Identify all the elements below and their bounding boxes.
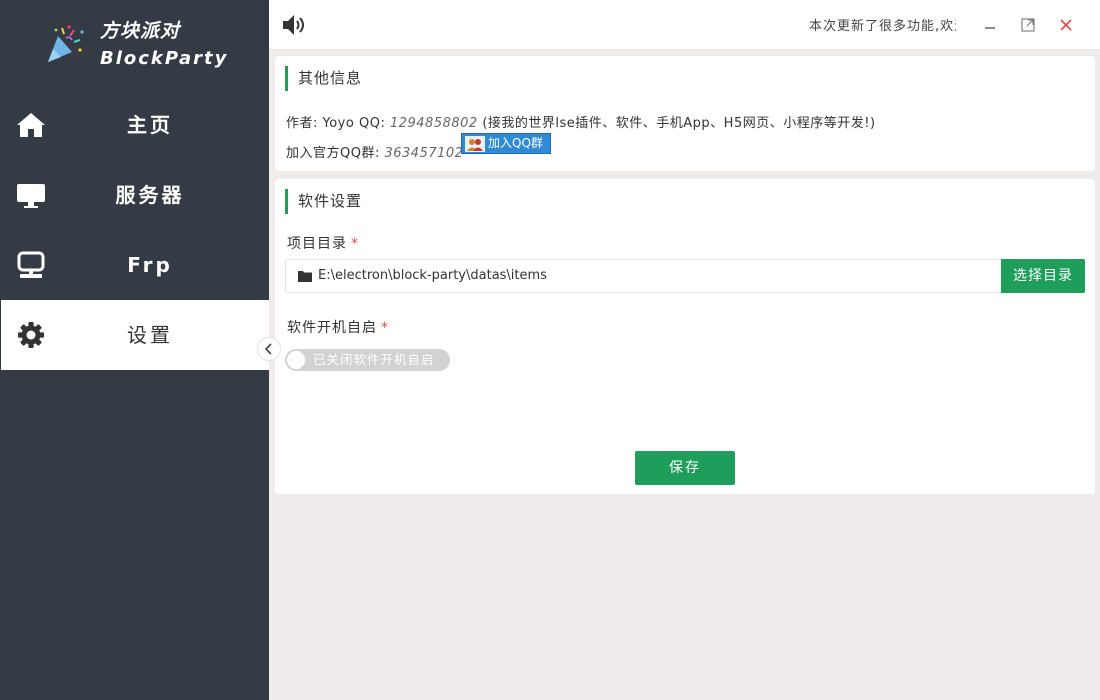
software-settings-card: 软件设置 项目目录 * E:\electron\block-party\datas… xyxy=(275,179,1095,494)
sidebar: 方块派对 BlockParty 主页 服务器 Frp 设置 xyxy=(0,0,269,700)
qq-number: 1294858802 xyxy=(389,116,478,131)
service-note: (接我的世界lse插件、软件、手机App、H5网页、小程序等开发!) xyxy=(482,116,876,131)
other-info-card: 其他信息 作者: Yoyo QQ: 1294858802 (接我的世界lse插件… xyxy=(275,56,1095,171)
close-button[interactable] xyxy=(1054,13,1078,37)
chevron-left-icon xyxy=(264,343,272,355)
author-line: 作者: Yoyo QQ: 1294858802 (接我的世界lse插件、软件、手… xyxy=(286,112,876,131)
qq-label: QQ: xyxy=(358,116,390,131)
minimize-button[interactable] xyxy=(978,13,1002,37)
sidebar-item-label: 服务器 xyxy=(115,183,185,207)
sidebar-item-frp[interactable]: Frp xyxy=(1,230,269,300)
speaker-icon[interactable] xyxy=(281,12,307,38)
other-info-title: 其他信息 xyxy=(285,66,362,91)
author-name: Yoyo xyxy=(322,116,355,131)
toggle-knob xyxy=(287,351,305,369)
group-label: 加入官方QQ群: xyxy=(286,146,385,161)
author-label: 作者: xyxy=(286,116,323,131)
party-popper-icon xyxy=(48,25,84,62)
sidebar-item-settings[interactable]: 设置 xyxy=(1,300,269,370)
sidebar-item-server[interactable]: 服务器 xyxy=(1,160,269,230)
project-dir-label-text: 项目目录 xyxy=(287,236,347,252)
main-content: 本次更新了很多功能,欢迎 其他信息 作者: Yoyo QQ: 129485880… xyxy=(269,0,1100,700)
project-dir-input[interactable]: E:\electron\block-party\datas\items xyxy=(285,259,1002,293)
group-number: 363457102 xyxy=(384,146,464,161)
autostart-label-text: 软件开机自启 xyxy=(287,320,377,336)
required-mark: * xyxy=(381,320,389,336)
project-dir-label: 项目目录 * xyxy=(287,233,359,253)
maximize-icon xyxy=(1021,18,1035,32)
close-icon xyxy=(1060,19,1072,31)
autostart-toggle-text: 已关闭软件开机自启 xyxy=(313,352,435,367)
join-qq-group-button[interactable]: 加入QQ群 xyxy=(461,133,551,154)
maximize-button[interactable] xyxy=(1016,13,1040,37)
autostart-toggle[interactable]: 已关闭软件开机自启 xyxy=(285,349,450,371)
folder-icon xyxy=(298,271,312,282)
join-qq-group-label: 加入QQ群 xyxy=(488,136,543,150)
sidebar-item-home[interactable]: 主页 xyxy=(1,90,269,160)
logo-title-en: BlockParty xyxy=(100,48,229,69)
group-users-icon xyxy=(465,136,485,152)
announcement-marquee: 本次更新了很多功能,欢迎 xyxy=(809,19,956,34)
app-logo: 方块派对 BlockParty xyxy=(0,0,269,90)
sidebar-item-label: 主页 xyxy=(127,113,173,137)
sidebar-item-label: 设置 xyxy=(127,323,173,347)
group-line: 加入官方QQ群: 363457102 xyxy=(286,142,463,161)
save-button[interactable]: 保存 xyxy=(635,451,735,485)
required-mark: * xyxy=(351,236,359,252)
collapse-sidebar-button[interactable] xyxy=(257,337,281,361)
top-bar: 本次更新了很多功能,欢迎 xyxy=(269,0,1100,50)
minimize-icon xyxy=(985,27,995,29)
software-settings-title: 软件设置 xyxy=(285,189,362,214)
logo-title-cn: 方块派对 xyxy=(100,20,181,42)
autostart-label: 软件开机自启 * xyxy=(287,317,389,337)
choose-directory-button[interactable]: 选择目录 xyxy=(1001,259,1085,293)
sidebar-item-label: Frp xyxy=(127,253,173,277)
